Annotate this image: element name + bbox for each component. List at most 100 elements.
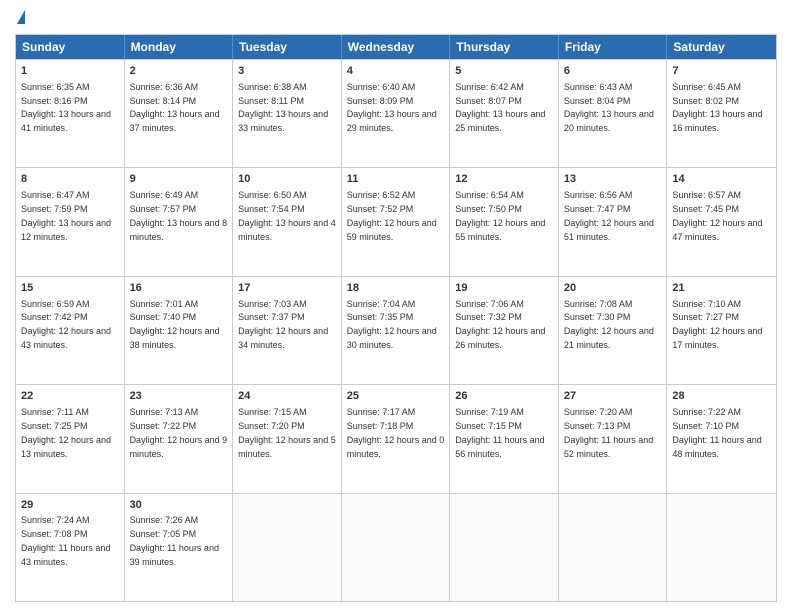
day-number: 15 bbox=[21, 281, 119, 296]
cell-info: Sunrise: 7:08 AMSunset: 7:30 PMDaylight:… bbox=[564, 299, 654, 350]
day-number: 2 bbox=[130, 64, 228, 79]
day-number: 27 bbox=[564, 389, 662, 404]
cell-info: Sunrise: 6:56 AMSunset: 7:47 PMDaylight:… bbox=[564, 190, 654, 241]
calendar-cell bbox=[342, 494, 451, 601]
calendar-cell: 18 Sunrise: 7:04 AMSunset: 7:35 PMDayligh… bbox=[342, 277, 451, 384]
calendar-row: 8 Sunrise: 6:47 AMSunset: 7:59 PMDaylight… bbox=[16, 167, 776, 275]
calendar-cell: 24 Sunrise: 7:15 AMSunset: 7:20 PMDayligh… bbox=[233, 385, 342, 492]
calendar-cell: 14 Sunrise: 6:57 AMSunset: 7:45 PMDayligh… bbox=[667, 168, 776, 275]
calendar-cell: 22 Sunrise: 7:11 AMSunset: 7:25 PMDayligh… bbox=[16, 385, 125, 492]
day-number: 3 bbox=[238, 64, 336, 79]
calendar-cell: 28 Sunrise: 7:22 AMSunset: 7:10 PMDayligh… bbox=[667, 385, 776, 492]
calendar-cell: 27 Sunrise: 7:20 AMSunset: 7:13 PMDayligh… bbox=[559, 385, 668, 492]
calendar-cell: 11 Sunrise: 6:52 AMSunset: 7:52 PMDayligh… bbox=[342, 168, 451, 275]
day-number: 29 bbox=[21, 498, 119, 513]
header bbox=[15, 10, 777, 26]
calendar-cell: 2Sunrise: 6:36 AMSunset: 8:14 PMDaylight… bbox=[125, 60, 234, 167]
cell-info: Sunrise: 6:59 AMSunset: 7:42 PMDaylight:… bbox=[21, 299, 111, 350]
day-number: 12 bbox=[455, 172, 553, 187]
day-number: 11 bbox=[347, 172, 445, 187]
calendar-cell: 16 Sunrise: 7:01 AMSunset: 7:40 PMDayligh… bbox=[125, 277, 234, 384]
logo bbox=[15, 10, 25, 26]
day-number: 9 bbox=[130, 172, 228, 187]
calendar-cell: 4 Sunrise: 6:40 AMSunset: 8:09 PMDaylight… bbox=[342, 60, 451, 167]
day-number: 18 bbox=[347, 281, 445, 296]
day-number: 1 bbox=[21, 64, 119, 79]
cell-info: Sunrise: 6:49 AMSunset: 7:57 PMDaylight:… bbox=[130, 190, 228, 241]
cell-info: Sunrise: 7:11 AMSunset: 7:25 PMDaylight:… bbox=[21, 407, 111, 458]
day-number: 14 bbox=[672, 172, 771, 187]
weekday-header: Sunday bbox=[16, 35, 125, 59]
day-number: 28 bbox=[672, 389, 771, 404]
calendar-cell: 29 Sunrise: 7:24 AMSunset: 7:08 PMDayligh… bbox=[16, 494, 125, 601]
logo-text bbox=[15, 10, 25, 26]
cell-info: Sunrise: 6:35 AMSunset: 8:16 PMDaylight:… bbox=[21, 82, 111, 133]
calendar-cell: 8 Sunrise: 6:47 AMSunset: 7:59 PMDaylight… bbox=[16, 168, 125, 275]
cell-info: Sunrise: 6:50 AMSunset: 7:54 PMDaylight:… bbox=[238, 190, 336, 241]
weekday-header: Monday bbox=[125, 35, 234, 59]
calendar-cell: 17 Sunrise: 7:03 AMSunset: 7:37 PMDayligh… bbox=[233, 277, 342, 384]
calendar-row: 1 Sunrise: 6:35 AMSunset: 8:16 PMDaylight… bbox=[16, 59, 776, 167]
day-number: 16 bbox=[130, 281, 228, 296]
calendar-row: 22 Sunrise: 7:11 AMSunset: 7:25 PMDayligh… bbox=[16, 384, 776, 492]
day-number: 22 bbox=[21, 389, 119, 404]
calendar-cell bbox=[667, 494, 776, 601]
day-number: 30 bbox=[130, 498, 228, 513]
cell-info: Sunrise: 7:26 AMSunset: 7:05 PMDaylight:… bbox=[130, 515, 219, 566]
day-number: 26 bbox=[455, 389, 553, 404]
calendar-cell: 19 Sunrise: 7:06 AMSunset: 7:32 PMDayligh… bbox=[450, 277, 559, 384]
calendar-cell: 3 Sunrise: 6:38 AMSunset: 8:11 PMDaylight… bbox=[233, 60, 342, 167]
calendar-cell: 9 Sunrise: 6:49 AMSunset: 7:57 PMDaylight… bbox=[125, 168, 234, 275]
cell-info: Sunrise: 6:57 AMSunset: 7:45 PMDaylight:… bbox=[672, 190, 762, 241]
calendar-cell: 13Sunrise: 6:56 AMSunset: 7:47 PMDayligh… bbox=[559, 168, 668, 275]
cell-info: Sunrise: 7:04 AMSunset: 7:35 PMDaylight:… bbox=[347, 299, 437, 350]
calendar-cell bbox=[233, 494, 342, 601]
cell-info: Sunrise: 7:19 AMSunset: 7:15 PMDaylight:… bbox=[455, 407, 544, 458]
cell-info: Sunrise: 6:42 AMSunset: 8:07 PMDaylight:… bbox=[455, 82, 545, 133]
cell-info: Sunrise: 7:15 AMSunset: 7:20 PMDaylight:… bbox=[238, 407, 336, 458]
cell-info: Sunrise: 6:52 AMSunset: 7:52 PMDaylight:… bbox=[347, 190, 437, 241]
cell-info: Sunrise: 7:03 AMSunset: 7:37 PMDaylight:… bbox=[238, 299, 328, 350]
calendar-cell: 1 Sunrise: 6:35 AMSunset: 8:16 PMDaylight… bbox=[16, 60, 125, 167]
cell-info: Sunrise: 7:10 AMSunset: 7:27 PMDaylight:… bbox=[672, 299, 762, 350]
cell-info: Sunrise: 6:45 AMSunset: 8:02 PMDaylight:… bbox=[672, 82, 762, 133]
cell-info: Sunrise: 7:20 AMSunset: 7:13 PMDaylight:… bbox=[564, 407, 653, 458]
day-number: 25 bbox=[347, 389, 445, 404]
calendar-cell: 23Sunrise: 7:13 AMSunset: 7:22 PMDayligh… bbox=[125, 385, 234, 492]
day-number: 24 bbox=[238, 389, 336, 404]
cell-info: Sunrise: 7:01 AMSunset: 7:40 PMDaylight:… bbox=[130, 299, 220, 350]
weekday-header: Saturday bbox=[667, 35, 776, 59]
cell-info: Sunrise: 6:40 AMSunset: 8:09 PMDaylight:… bbox=[347, 82, 437, 133]
cell-info: Sunrise: 7:22 AMSunset: 7:10 PMDaylight:… bbox=[672, 407, 761, 458]
calendar-body: 1 Sunrise: 6:35 AMSunset: 8:16 PMDaylight… bbox=[16, 59, 776, 601]
day-number: 4 bbox=[347, 64, 445, 79]
day-number: 20 bbox=[564, 281, 662, 296]
day-number: 17 bbox=[238, 281, 336, 296]
calendar-cell: 26 Sunrise: 7:19 AMSunset: 7:15 PMDayligh… bbox=[450, 385, 559, 492]
calendar-cell: 5Sunrise: 6:42 AMSunset: 8:07 PMDaylight… bbox=[450, 60, 559, 167]
calendar-cell bbox=[450, 494, 559, 601]
calendar-cell: 15 Sunrise: 6:59 AMSunset: 7:42 PMDayligh… bbox=[16, 277, 125, 384]
weekday-header: Tuesday bbox=[233, 35, 342, 59]
day-number: 10 bbox=[238, 172, 336, 187]
calendar-cell: 30 Sunrise: 7:26 AMSunset: 7:05 PMDayligh… bbox=[125, 494, 234, 601]
day-number: 7 bbox=[672, 64, 771, 79]
calendar-cell bbox=[559, 494, 668, 601]
calendar-row: 15 Sunrise: 6:59 AMSunset: 7:42 PMDayligh… bbox=[16, 276, 776, 384]
calendar: SundayMondayTuesdayWednesdayThursdayFrid… bbox=[15, 34, 777, 602]
cell-info: Sunrise: 7:24 AMSunset: 7:08 PMDaylight:… bbox=[21, 515, 110, 566]
day-number: 6 bbox=[564, 64, 662, 79]
weekday-header: Thursday bbox=[450, 35, 559, 59]
day-number: 21 bbox=[672, 281, 771, 296]
calendar-cell: 10 Sunrise: 6:50 AMSunset: 7:54 PMDayligh… bbox=[233, 168, 342, 275]
cell-info: Sunrise: 6:38 AMSunset: 8:11 PMDaylight:… bbox=[238, 82, 328, 133]
cell-info: Sunrise: 7:06 AMSunset: 7:32 PMDaylight:… bbox=[455, 299, 545, 350]
cell-info: Sunrise: 7:13 AMSunset: 7:22 PMDaylight:… bbox=[130, 407, 228, 458]
day-number: 8 bbox=[21, 172, 119, 187]
weekday-header: Wednesday bbox=[342, 35, 451, 59]
logo-triangle-icon bbox=[17, 10, 25, 24]
cell-info: Sunrise: 6:54 AMSunset: 7:50 PMDaylight:… bbox=[455, 190, 545, 241]
weekday-header: Friday bbox=[559, 35, 668, 59]
cell-info: Sunrise: 6:47 AMSunset: 7:59 PMDaylight:… bbox=[21, 190, 111, 241]
day-number: 19 bbox=[455, 281, 553, 296]
